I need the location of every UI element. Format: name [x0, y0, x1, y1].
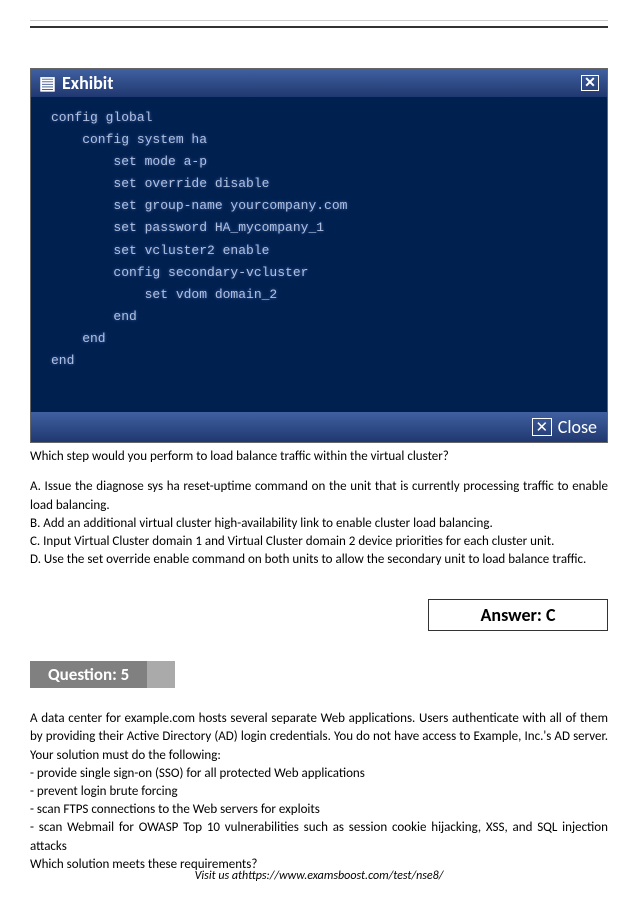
exhibit-title: Exhibit — [62, 72, 113, 94]
option-d: D. Use the set override enable command o… — [30, 551, 608, 569]
q5-bullet-1: - provide single sign-on (SSO) for all p… — [30, 765, 608, 783]
top-rule — [30, 20, 608, 21]
close-button-icon[interactable]: ✕ — [532, 418, 552, 436]
close-button-label[interactable]: Close — [558, 416, 597, 438]
exhibit-window: ▤ Exhibit ✕ config global config system … — [30, 68, 608, 443]
option-b: B. Add an additional virtual cluster hig… — [30, 515, 608, 533]
close-icon[interactable]: ✕ — [581, 75, 599, 91]
exhibit-code: config global config system ha set mode … — [31, 97, 607, 412]
answer-box: Answer: C — [428, 599, 608, 631]
q5-bullet-3: - scan FTPS connections to the Web serve… — [30, 801, 608, 819]
question-4-stem: Which step would you perform to load bal… — [30, 448, 608, 466]
q5-bullet-2: - prevent login brute forcing — [30, 783, 608, 801]
page-top-border — [30, 26, 608, 28]
q5-paragraph-1: A data center for example.com hosts seve… — [30, 710, 608, 765]
option-c: C. Input Virtual Cluster domain 1 and Vi… — [30, 533, 608, 551]
question-5-label: Question: 5 — [30, 661, 147, 688]
page-footer: Visit us athttps://www.examsboost.com/te… — [0, 869, 638, 883]
question-4-options: A. Issue the diagnose sys ha reset-uptim… — [30, 478, 608, 569]
option-a: A. Issue the diagnose sys ha reset-uptim… — [30, 478, 608, 514]
question-4-block: Which step would you perform to load bal… — [30, 448, 608, 569]
exhibit-footer: ✕ Close — [31, 412, 607, 442]
question-5-header: Question: 5 — [30, 661, 608, 688]
q5-bullet-4: - scan Webmail for OWASP Top 10 vulnerab… — [30, 819, 608, 855]
exhibit-icon: ▤ — [39, 72, 56, 94]
question-5-body: A data center for example.com hosts seve… — [30, 710, 608, 874]
exhibit-titlebar: ▤ Exhibit ✕ — [31, 69, 607, 97]
question-label-tail — [147, 661, 175, 688]
